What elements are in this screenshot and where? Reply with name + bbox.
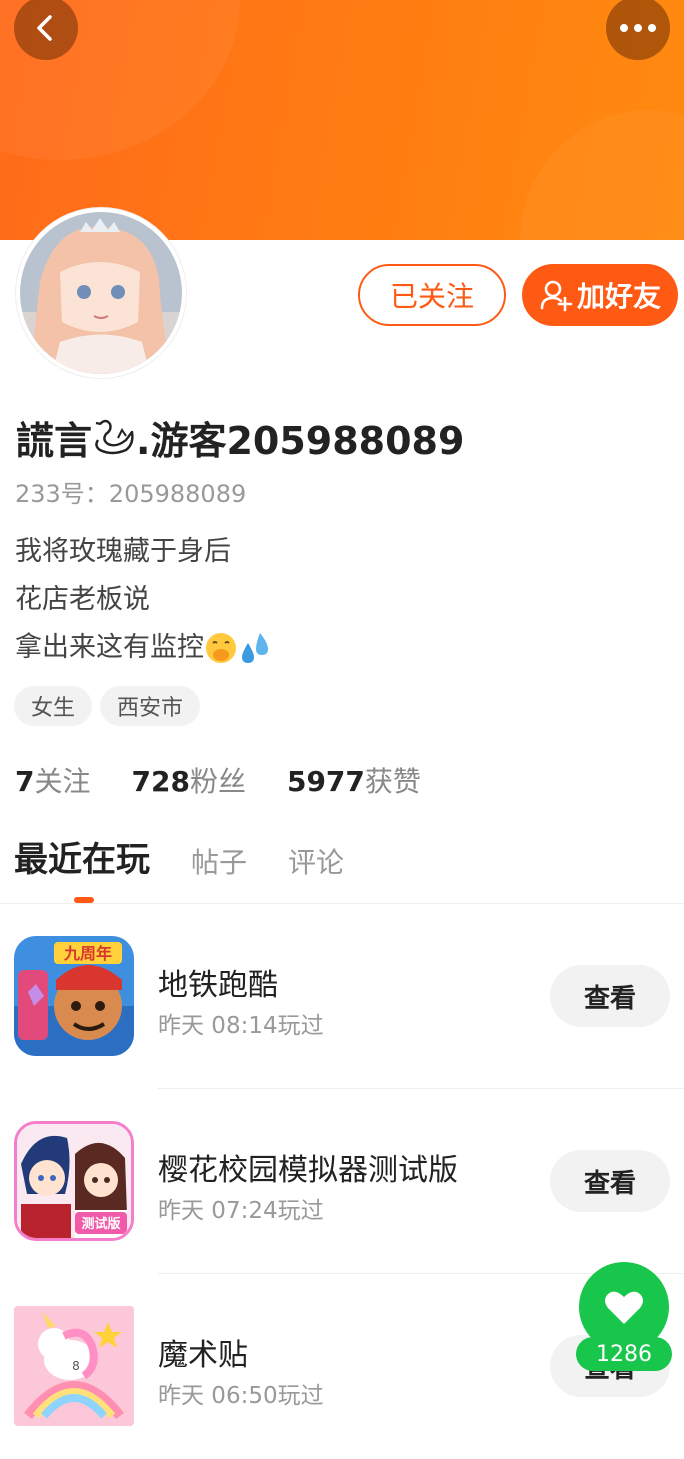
account-id: 233号：205988089: [15, 480, 247, 508]
bio-line-text: 拿出来这有监控: [15, 632, 204, 663]
stat-likes[interactable]: 5977获赞: [287, 760, 421, 800]
profile-stats: 7关注 728粉丝 5977获赞: [15, 760, 462, 800]
tab-comments[interactable]: 评论: [288, 841, 344, 887]
game-icon-subway-surfers: 九周年: [14, 936, 134, 1056]
bio-line: 花店老板说: [15, 584, 150, 615]
add-user-icon: [540, 280, 573, 312]
heart-icon: [605, 1291, 643, 1324]
game-icon-badge: 测试版: [81, 1216, 120, 1232]
tag-location: 西安市: [100, 686, 201, 726]
nickname-prefix: 謊言: [16, 419, 93, 463]
stat-followers[interactable]: 728粉丝: [132, 760, 246, 800]
game-icon-badge: 九周年: [63, 944, 112, 963]
list-item[interactable]: 测试版 樱花校园模拟器测试版 昨天 07:24玩过 查看: [0, 1089, 684, 1274]
swan-icon: [95, 419, 134, 455]
nickname-suffix: .游客205988089: [136, 419, 465, 463]
stat-label: 粉丝: [189, 765, 246, 798]
stat-value: 7: [15, 765, 35, 798]
hand-over-mouth-emoji-icon: [206, 633, 236, 663]
add-friend-button[interactable]: 加好友: [522, 264, 678, 326]
avatar-image: [20, 212, 182, 374]
profile-banner: [0, 0, 684, 240]
bio-line: 我将玫瑰藏于身后: [15, 536, 231, 567]
stat-label: 关注: [34, 765, 91, 798]
game-icon-sakura-school: 测试版: [14, 1121, 134, 1241]
profile-tabs: 最近在玩 帖子 评论: [14, 832, 385, 887]
game-title: 地铁跑酷: [158, 968, 278, 1003]
more-dots-icon: [620, 24, 656, 32]
like-count: 1286: [576, 1337, 672, 1371]
add-friend-label: 加好友: [576, 280, 661, 313]
tab-posts[interactable]: 帖子: [191, 841, 247, 887]
view-button[interactable]: 查看: [550, 965, 670, 1027]
banner-decoration: [520, 110, 684, 240]
bio-line: 拿出来这有监控: [15, 624, 272, 672]
list-item[interactable]: 九周年 地铁跑酷 昨天 08:14玩过 查看: [0, 904, 684, 1089]
stat-following[interactable]: 7关注: [15, 760, 91, 800]
avatar[interactable]: [16, 208, 186, 378]
nickname: 謊言 .游客205988089: [16, 410, 464, 465]
game-title: 樱花校园模拟器测试版: [158, 1153, 458, 1188]
game-played-time: 昨天 08:14玩过: [158, 1013, 324, 1039]
bio: 我将玫瑰藏于身后 花店老板说 拿出来这有监控: [15, 528, 272, 672]
followed-label: 已关注: [389, 280, 474, 313]
followed-button[interactable]: 已关注: [358, 264, 506, 326]
tag-gender: 女生: [14, 686, 93, 726]
chevron-left-icon: [37, 15, 52, 41]
sweat-droplets-emoji-icon: [242, 633, 268, 663]
stat-value: 728: [131, 765, 190, 798]
stat-value: 5977: [286, 765, 365, 798]
tab-recently-played[interactable]: 最近在玩: [14, 832, 150, 887]
profile-tags: 女生 西安市: [14, 686, 201, 726]
game-icon-badge: 8: [72, 1359, 80, 1373]
game-icon-magic-sticker: 8: [14, 1306, 134, 1426]
view-button[interactable]: 查看: [550, 1150, 670, 1212]
game-played-time: 昨天 06:50玩过: [158, 1383, 324, 1409]
game-title: 魔术贴: [158, 1338, 248, 1373]
stat-label: 获赞: [364, 765, 421, 798]
game-played-time: 昨天 07:24玩过: [158, 1198, 324, 1224]
